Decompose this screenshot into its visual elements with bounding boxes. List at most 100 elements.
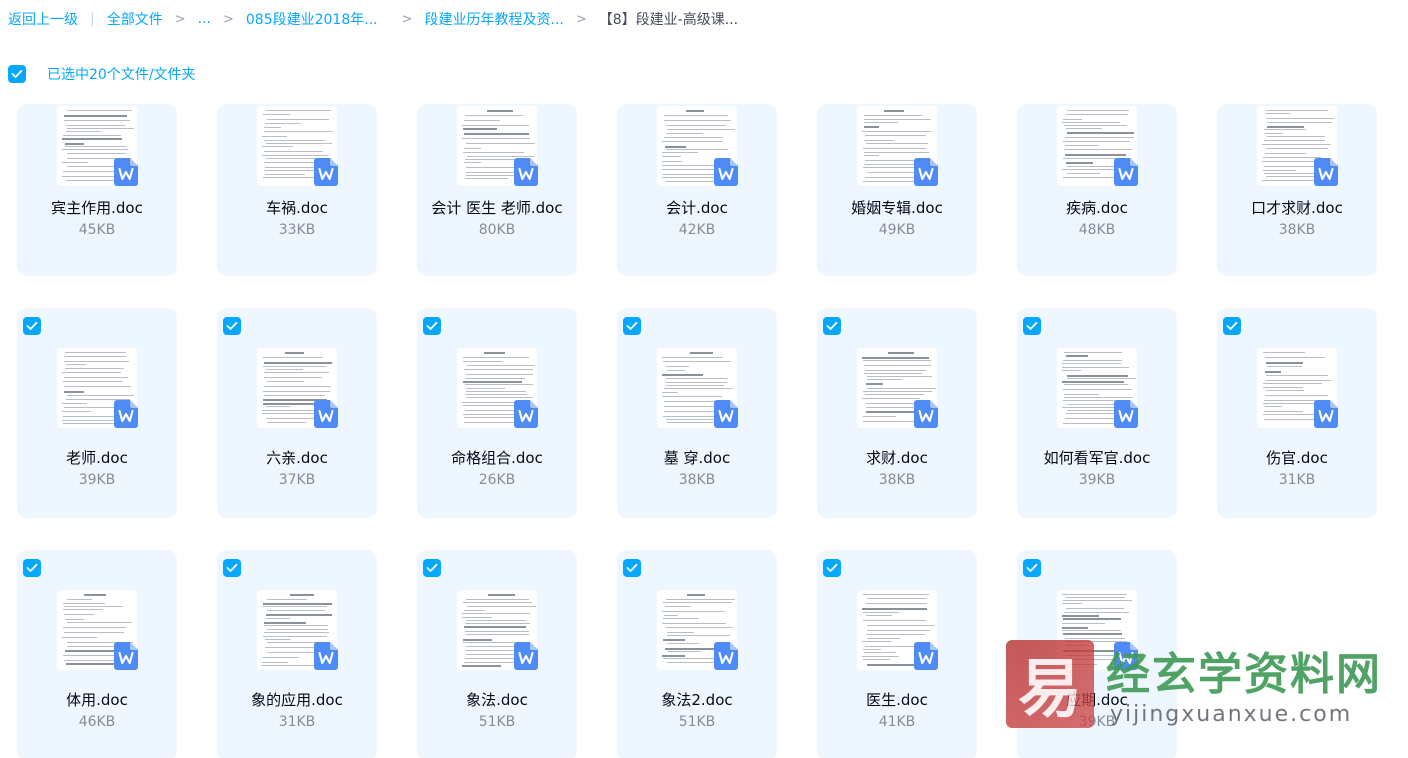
file-name: 车祸.doc xyxy=(266,199,328,217)
file-card[interactable]: 会计 医生 老师.doc 80KB xyxy=(417,104,577,276)
check-icon xyxy=(826,563,838,572)
file-card[interactable]: 体用.doc 46KB xyxy=(17,550,177,758)
file-name: 伤官.doc xyxy=(1266,449,1328,467)
check-icon xyxy=(1026,321,1038,330)
file-size: 46KB xyxy=(78,714,116,730)
file-size: 26KB xyxy=(478,472,516,488)
file-card[interactable]: 疾病.doc 48KB xyxy=(1017,104,1177,276)
file-checkbox[interactable] xyxy=(623,317,641,335)
wps-word-icon xyxy=(714,400,738,428)
check-icon xyxy=(626,563,638,572)
file-name: 六亲.doc xyxy=(266,449,328,467)
check-icon xyxy=(1026,563,1038,572)
file-name: 体用.doc xyxy=(66,691,128,709)
file-name: 会计.doc xyxy=(666,199,728,217)
wps-word-icon xyxy=(314,642,338,670)
file-checkbox[interactable] xyxy=(823,559,841,577)
check-icon xyxy=(26,321,38,330)
file-size: 38KB xyxy=(1278,222,1316,238)
file-name: 医生.doc xyxy=(866,691,928,709)
file-name: 求财.doc xyxy=(866,449,928,467)
file-size: 31KB xyxy=(278,714,316,730)
file-card[interactable]: 六亲.doc 37KB xyxy=(217,308,377,518)
file-checkbox[interactable] xyxy=(23,559,41,577)
file-card[interactable]: 车祸.doc 33KB xyxy=(217,104,377,276)
wps-word-icon xyxy=(314,158,338,186)
wps-word-icon xyxy=(1114,158,1138,186)
file-size: 48KB xyxy=(1078,222,1116,238)
file-checkbox[interactable] xyxy=(223,317,241,335)
file-size: 39KB xyxy=(1078,472,1116,488)
file-checkbox[interactable] xyxy=(223,559,241,577)
file-checkbox[interactable] xyxy=(23,317,41,335)
wps-word-icon xyxy=(1314,400,1338,428)
wps-word-icon xyxy=(314,400,338,428)
check-icon xyxy=(26,563,38,572)
file-card[interactable]: 会计.doc 42KB xyxy=(617,104,777,276)
file-card[interactable]: 伤官.doc 31KB xyxy=(1217,308,1377,518)
file-size: 45KB xyxy=(78,222,116,238)
file-checkbox[interactable] xyxy=(423,559,441,577)
file-size: 51KB xyxy=(478,714,516,730)
file-size: 42KB xyxy=(678,222,716,238)
file-checkbox[interactable] xyxy=(1023,317,1041,335)
file-card[interactable]: 如何看军官.doc 39KB xyxy=(1017,308,1177,518)
file-checkbox[interactable] xyxy=(623,559,641,577)
file-card[interactable]: 墓 穿.doc 38KB xyxy=(617,308,777,518)
wps-word-icon xyxy=(914,400,938,428)
wps-word-icon xyxy=(114,400,138,428)
watermark-logo: 易 xyxy=(1006,640,1094,728)
file-card[interactable]: 婚姻专辑.doc 49KB xyxy=(817,104,977,276)
watermark-url: yijingxuanxue.com xyxy=(1110,702,1353,727)
file-checkbox[interactable] xyxy=(1023,559,1041,577)
file-name: 口才求财.doc xyxy=(1251,199,1343,217)
file-size: 51KB xyxy=(678,714,716,730)
file-card[interactable]: 求财.doc 38KB xyxy=(817,308,977,518)
file-name: 象的应用.doc xyxy=(251,691,343,709)
wps-word-icon xyxy=(1114,400,1138,428)
file-card[interactable]: 命格组合.doc 26KB xyxy=(417,308,577,518)
file-card[interactable]: 口才求财.doc 38KB xyxy=(1217,104,1377,276)
wps-word-icon xyxy=(1314,158,1338,186)
file-card[interactable]: 宾主作用.doc 45KB xyxy=(17,104,177,276)
wps-word-icon xyxy=(914,158,938,186)
file-name: 婚姻专辑.doc xyxy=(851,199,943,217)
check-icon xyxy=(626,321,638,330)
file-card[interactable]: 象法2.doc 51KB xyxy=(617,550,777,758)
file-size: 33KB xyxy=(278,222,316,238)
file-name: 如何看军官.doc xyxy=(1043,449,1151,467)
watermark: 易 经玄学资料网 yijingxuanxue.com xyxy=(1006,638,1402,730)
file-name: 老师.doc xyxy=(66,449,128,467)
file-name: 象法.doc xyxy=(466,691,528,709)
file-size: 38KB xyxy=(678,472,716,488)
file-name: 疾病.doc xyxy=(1066,199,1128,217)
file-card[interactable]: 象法.doc 51KB xyxy=(417,550,577,758)
file-size: 37KB xyxy=(278,472,316,488)
check-icon xyxy=(426,563,438,572)
wps-word-icon xyxy=(714,158,738,186)
wps-word-icon xyxy=(114,642,138,670)
wps-word-icon xyxy=(714,642,738,670)
wps-word-icon xyxy=(914,642,938,670)
file-size: 31KB xyxy=(1278,472,1316,488)
check-icon xyxy=(426,321,438,330)
watermark-title: 经玄学资料网 xyxy=(1106,649,1382,700)
file-name: 墓 穿.doc xyxy=(663,449,731,467)
file-card[interactable]: 老师.doc 39KB xyxy=(17,308,177,518)
file-name: 象法2.doc xyxy=(661,691,733,709)
check-icon xyxy=(226,563,238,572)
file-card[interactable]: 医生.doc 41KB xyxy=(817,550,977,758)
wps-word-icon xyxy=(514,158,538,186)
check-icon xyxy=(226,321,238,330)
file-size: 49KB xyxy=(878,222,916,238)
file-name: 宾主作用.doc xyxy=(51,199,143,217)
file-card[interactable]: 象的应用.doc 31KB xyxy=(217,550,377,758)
file-size: 41KB xyxy=(878,714,916,730)
file-name: 命格组合.doc xyxy=(451,449,543,467)
wps-word-icon xyxy=(114,158,138,186)
check-icon xyxy=(826,321,838,330)
file-checkbox[interactable] xyxy=(823,317,841,335)
file-size: 39KB xyxy=(78,472,116,488)
file-checkbox[interactable] xyxy=(1223,317,1241,335)
file-checkbox[interactable] xyxy=(423,317,441,335)
